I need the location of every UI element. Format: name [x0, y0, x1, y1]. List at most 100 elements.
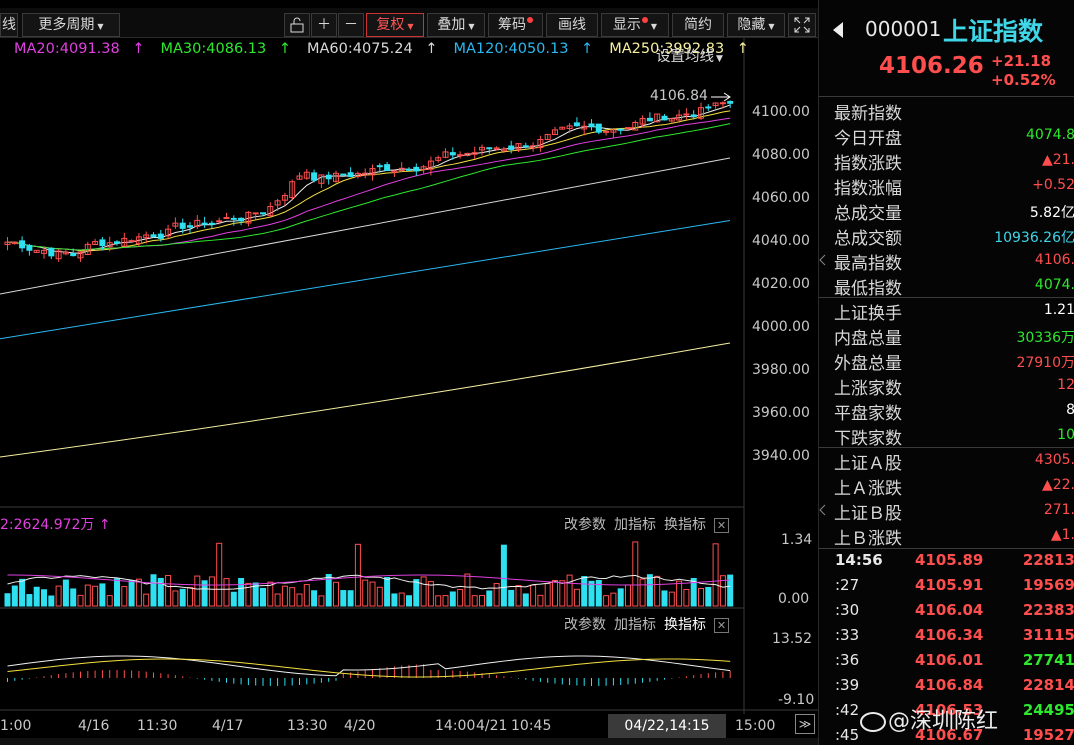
- quote-row: 上证换手 1.21: [819, 298, 1074, 324]
- quote-key: 上证Ａ股: [834, 454, 902, 474]
- volume-bar: [84, 584, 91, 607]
- tick-price: 4106.34: [915, 626, 984, 644]
- zoom-in-icon: ＋: [317, 17, 331, 33]
- volume-bar: [471, 595, 478, 607]
- time-axis-label: 10:45: [511, 718, 552, 734]
- zoom-out-icon: －: [344, 17, 358, 33]
- toolbar-button-8[interactable]: 画线: [546, 13, 598, 37]
- volume-bar: [55, 585, 62, 607]
- quote-row: 上Ａ涨跌 ▲22.: [819, 473, 1074, 499]
- triangle-left-icon[interactable]: [833, 22, 843, 38]
- volume-bar: [311, 590, 318, 607]
- up-arrow-icon: ↑: [94, 517, 111, 533]
- candle-body: [406, 168, 412, 171]
- close-icon[interactable]: ✕: [714, 517, 729, 533]
- volume-bar: [559, 580, 566, 607]
- volume-bar: [106, 595, 113, 607]
- toolbar-button-1[interactable]: 更多周期 ▼: [22, 13, 120, 37]
- volume-bar: [369, 581, 376, 607]
- candle-body: [311, 172, 318, 181]
- volume-bar: [274, 593, 281, 607]
- notice-dot-icon: [527, 17, 533, 23]
- quote-value: 10936.26亿: [994, 230, 1074, 246]
- candle-body: [588, 123, 595, 128]
- candle-body: [603, 130, 610, 133]
- tick-time: :36: [835, 651, 860, 669]
- close-icon[interactable]: ✕: [714, 617, 729, 633]
- candle-body: [413, 166, 420, 172]
- fullscreen-button[interactable]: [788, 13, 816, 37]
- stock-code: 000001: [865, 17, 942, 41]
- ind-change-indicator-button[interactable]: 换指标: [664, 617, 706, 633]
- volume-bar: [384, 576, 391, 607]
- toolbar-button-0[interactable]: 线: [0, 13, 18, 37]
- ma-line: [7, 110, 731, 252]
- candle-body: [449, 152, 456, 156]
- ma-legend-item: MA120:4050.13 ↑: [454, 41, 602, 57]
- dea-line: [7, 658, 731, 678]
- volume-bar: [260, 587, 266, 607]
- toolbar-button-5[interactable]: 复权 ▼: [366, 13, 424, 37]
- chevron-down-icon: ▼: [650, 22, 658, 31]
- quote-value: +0.52: [1032, 177, 1074, 193]
- vol-params-button[interactable]: 改参数: [564, 517, 606, 533]
- volume-bar: [398, 592, 405, 607]
- quote-value: 8: [1066, 402, 1074, 418]
- vol-axis-top: 1.34: [781, 532, 813, 548]
- candle-body: [384, 164, 391, 171]
- volume-bar: [135, 578, 142, 607]
- unlock-button[interactable]: [284, 13, 310, 37]
- notice-dot-icon: [641, 17, 648, 23]
- quote-value: 5.82亿: [1029, 205, 1074, 221]
- double-chevron-right-icon[interactable]: ≫: [795, 714, 815, 734]
- tick-time: 14:56: [835, 551, 883, 569]
- toolbar-button-11[interactable]: 隐藏 ▼: [727, 13, 785, 37]
- candle-body: [223, 217, 230, 220]
- quote-key: 最低指数: [834, 279, 902, 299]
- toolbar-button-10[interactable]: 简约: [672, 13, 724, 37]
- candle-body: [99, 239, 106, 247]
- ind-add-indicator-button[interactable]: 加指标: [614, 617, 656, 633]
- volume-bar: [625, 584, 631, 607]
- toolbar-label: 线: [2, 17, 16, 33]
- quote-key: 最高指数: [834, 254, 902, 274]
- zoom-out-button[interactable]: －: [338, 13, 364, 37]
- indicator-tab-strip[interactable]: [0, 738, 818, 745]
- price-axis-label: 4100.00: [752, 104, 810, 120]
- candle-body: [208, 222, 215, 225]
- side-collapse-handle[interactable]: [818, 90, 828, 550]
- volume-bar: [362, 579, 369, 607]
- vol-change-indicator-button[interactable]: 换指标: [664, 517, 706, 533]
- zoom-in-button[interactable]: ＋: [311, 13, 337, 37]
- last-price: 4106.26: [879, 53, 984, 79]
- volume-bar: [610, 592, 617, 607]
- price-axis-label: 4080.00: [752, 147, 810, 163]
- candle-body: [26, 244, 33, 251]
- tick-row: :27 4105.91 19569: [819, 576, 1074, 601]
- quote-value: 12: [1057, 377, 1074, 393]
- ind-params-button[interactable]: 改参数: [564, 617, 606, 633]
- volume-bar: [406, 595, 412, 607]
- last-price-marker: [711, 92, 731, 102]
- ma-line: [7, 123, 731, 251]
- volume-bar: [566, 574, 573, 607]
- toolbar-button-9[interactable]: 显示 ▼: [601, 13, 669, 37]
- chart-area[interactable]: [0, 38, 818, 714]
- ind-axis-top: 13.52: [772, 631, 813, 647]
- volume-bar: [289, 587, 296, 607]
- toolbar-button-7[interactable]: 筹码: [488, 13, 543, 37]
- vol-add-indicator-button[interactable]: 加指标: [614, 517, 656, 533]
- quote-key: 上证Ｂ股: [834, 504, 902, 524]
- candle-body: [128, 240, 135, 243]
- volume-bar: [500, 544, 507, 607]
- watermark: @深圳陈红: [860, 703, 998, 735]
- volume-bar: [48, 595, 55, 607]
- candle-body: [486, 147, 493, 150]
- candle-body: [595, 123, 602, 133]
- candle-body: [201, 222, 208, 225]
- quote-value: ▲1.: [1050, 527, 1074, 543]
- toolbar-button-6[interactable]: 叠加 ▼: [427, 13, 485, 37]
- quote-row: 上证Ｂ股 271.: [819, 498, 1074, 524]
- time-axis-label: 4/17: [212, 718, 244, 734]
- ma-settings-button[interactable]: 设置均线 ▼: [656, 45, 723, 66]
